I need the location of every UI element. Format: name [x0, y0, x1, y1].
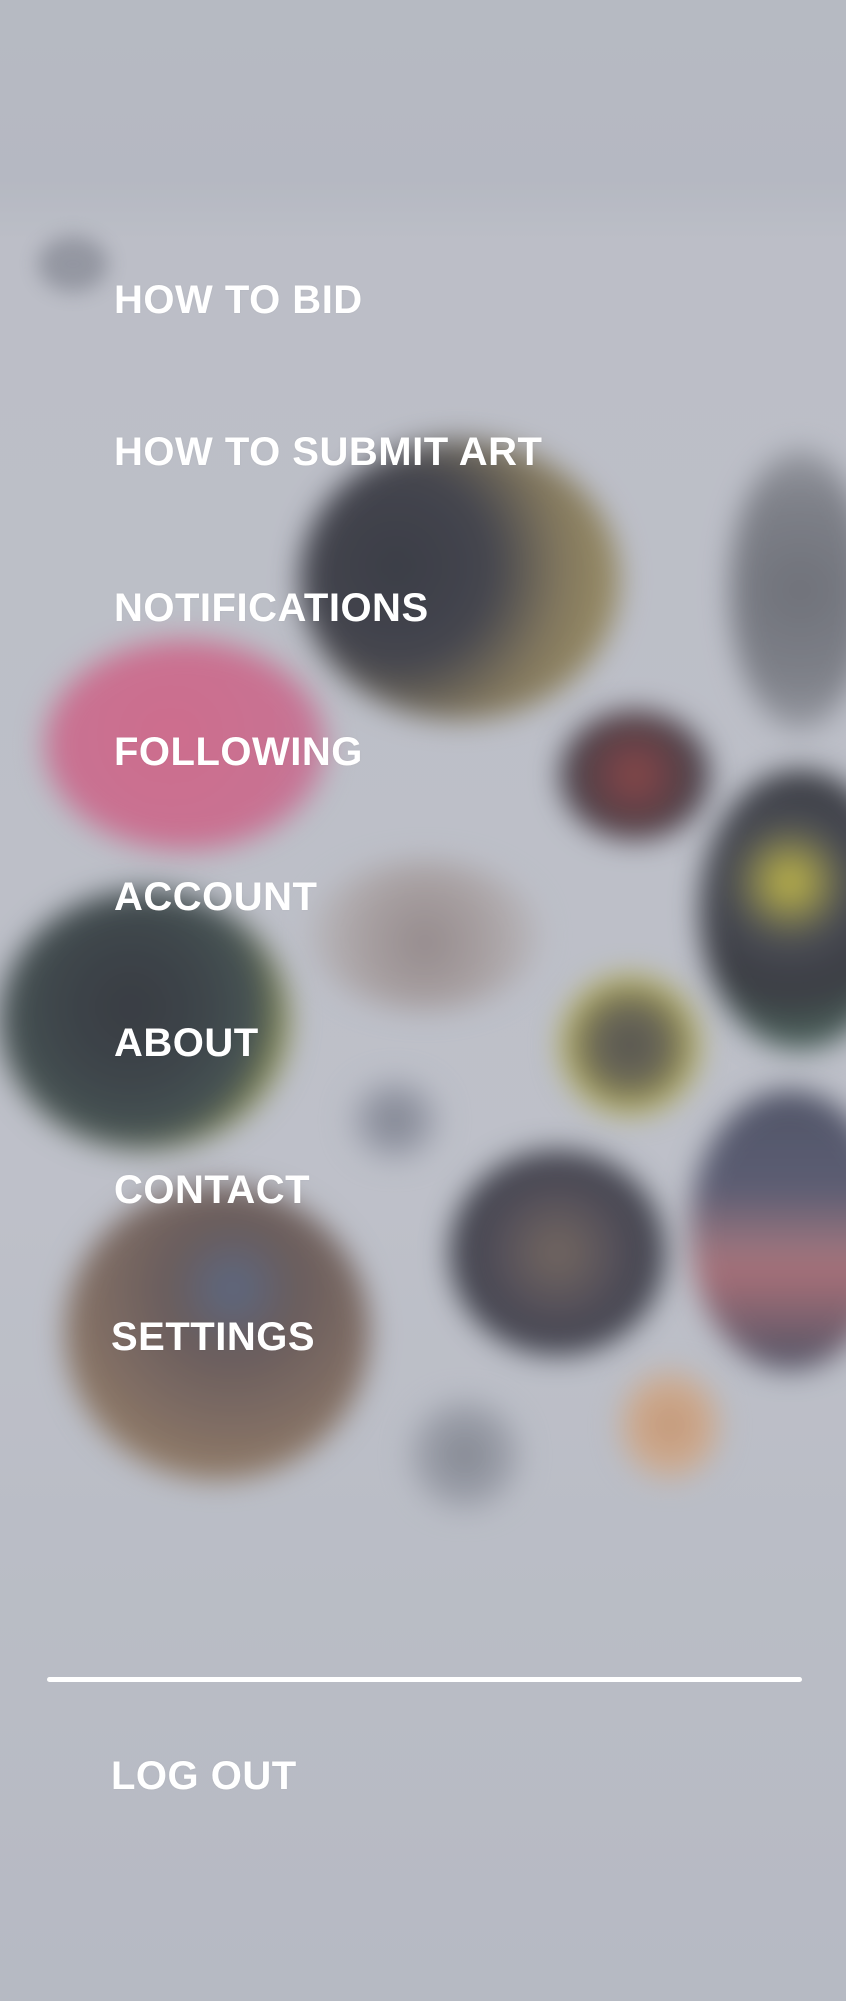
menu-item-about[interactable]: ABOUT	[114, 1019, 259, 1067]
menu-item-how-to-bid[interactable]: HOW TO BID	[114, 276, 363, 324]
menu-item-contact[interactable]: CONTACT	[114, 1166, 310, 1214]
menu-item-notifications[interactable]: NOTIFICATIONS	[114, 584, 429, 632]
menu-item-account[interactable]: ACCOUNT	[114, 873, 317, 921]
menu-divider	[47, 1677, 802, 1682]
menu-item-settings[interactable]: SETTINGS	[111, 1313, 315, 1361]
logout-button[interactable]: LOG OUT	[111, 1752, 297, 1800]
side-menu: HOW TO BID HOW TO SUBMIT ART NOTIFICATIO…	[0, 0, 846, 2001]
menu-item-following[interactable]: FOLLOWING	[114, 728, 363, 776]
menu-item-how-to-submit-art[interactable]: HOW TO SUBMIT ART	[114, 428, 542, 476]
